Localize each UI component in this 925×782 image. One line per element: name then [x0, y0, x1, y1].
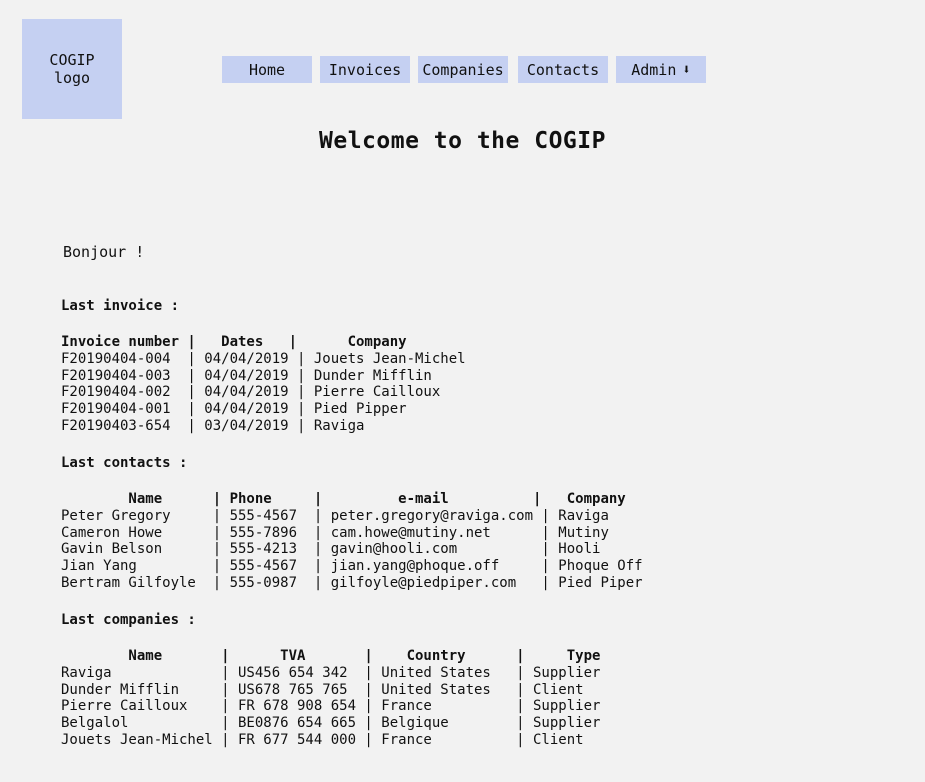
page-title: Welcome to the COGIP: [319, 128, 606, 154]
table-row: Dunder Mifflin | US678 765 765 | United …: [61, 681, 584, 698]
nav-home-label: Home: [248, 60, 286, 79]
nav-companies-label: Companies: [422, 60, 504, 79]
nav-home[interactable]: Home: [222, 56, 312, 83]
companies-table-header: Name | TVA | Country | Type: [61, 648, 601, 664]
table-row: Pierre Cailloux | FR 678 908 654 | Franc…: [61, 698, 601, 715]
companies-table: Name | TVA | Country | Type Raviga | US45…: [61, 648, 600, 749]
table-row: Raviga | US456 654 342 | United States |…: [61, 664, 601, 681]
table-row: Cameron Howe | 555-7896 | cam.howe@mutin…: [61, 524, 609, 541]
nav-contacts-label: Contacts: [526, 60, 600, 79]
table-row: Jouets Jean-Michel | FR 677 544 000 | Fr…: [61, 731, 584, 748]
cogip-logo[interactable]: COGIP logo: [22, 19, 122, 119]
table-row: F20190403-654 | 03/04/2019 | Raviga: [61, 417, 365, 434]
nav-admin-dropdown[interactable]: Admin ⬇: [616, 56, 706, 83]
table-row: Peter Gregory | 555-4567 | peter.gregory…: [61, 507, 609, 524]
invoice-table: Invoice number | Dates | Company F2019040…: [61, 334, 466, 435]
nav-contacts[interactable]: Contacts: [518, 56, 608, 83]
table-row: Gavin Belson | 555-4213 | gavin@hooli.co…: [61, 541, 601, 558]
nav-admin-label: Admin: [631, 60, 677, 79]
table-row: F20190404-004 | 04/04/2019 | Jouets Jean…: [61, 350, 466, 367]
logo-text-line1: COGIP: [49, 51, 95, 69]
invoice-table-header: Invoice number | Dates | Company: [61, 334, 407, 350]
table-row: Bertram Gilfoyle | 555-0987 | gilfoyle@p…: [61, 574, 643, 591]
arrow-down-icon: ⬇: [682, 61, 691, 78]
table-row: F20190404-002 | 04/04/2019 | Pierre Cail…: [61, 384, 441, 401]
logo-text-line2: logo: [53, 69, 91, 87]
nav-invoices[interactable]: Invoices: [320, 56, 410, 83]
greeting-text: Bonjour !: [63, 243, 145, 261]
table-row: F20190404-003 | 04/04/2019 | Dunder Miff…: [61, 367, 432, 384]
last-contacts-heading: Last contacts :: [61, 455, 188, 471]
contacts-table-header: Name | Phone | e-mail | Company: [61, 491, 626, 507]
last-invoice-heading: Last invoice :: [61, 298, 180, 314]
table-row: Belgalol | BE0876 654 665 | Belgique | S…: [61, 715, 601, 732]
table-row: F20190404-001 | 04/04/2019 | Pied Pipper: [61, 401, 407, 418]
nav-companies[interactable]: Companies: [418, 56, 508, 83]
contacts-table: Name | Phone | e-mail | Company Peter Gre…: [61, 491, 643, 592]
nav-invoices-label: Invoices: [328, 60, 402, 79]
last-companies-heading: Last companies :: [61, 612, 196, 628]
table-row: Jian Yang | 555-4567 | jian.yang@phoque.…: [61, 558, 643, 575]
